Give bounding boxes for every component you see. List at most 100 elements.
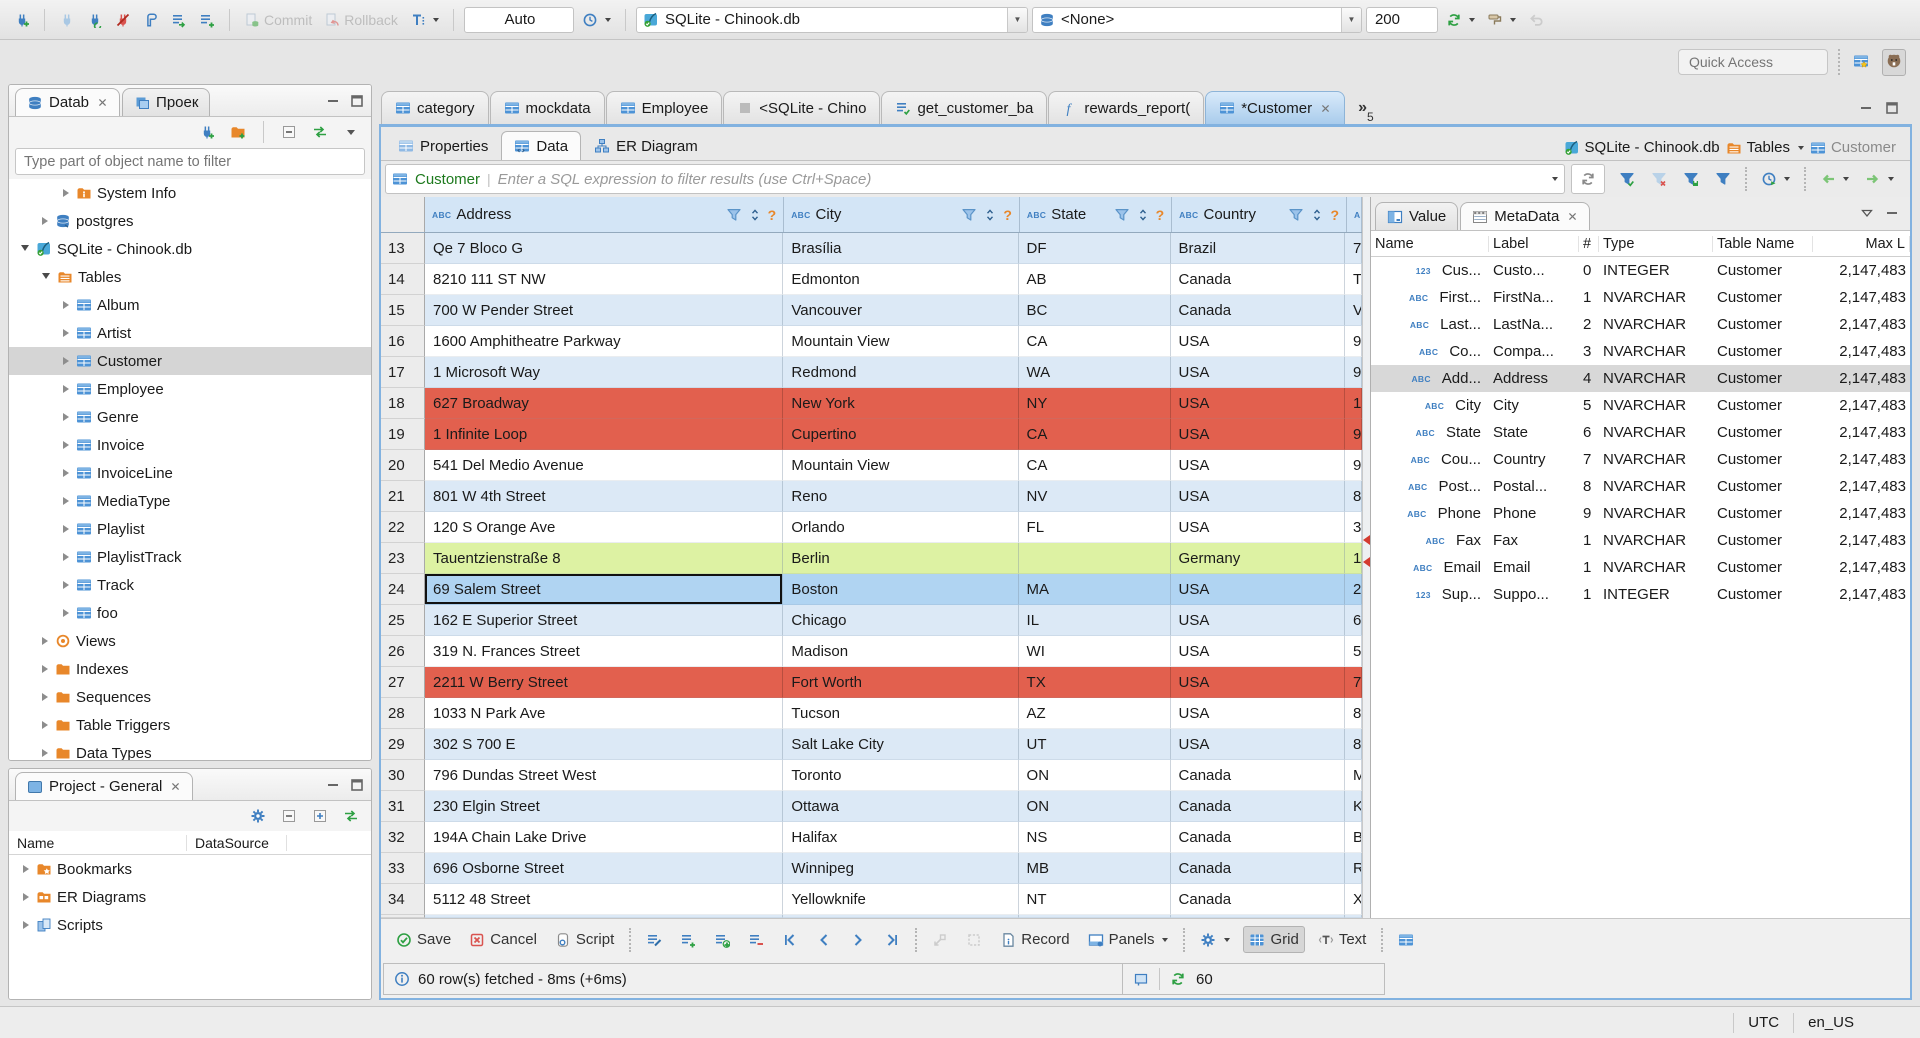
grid-cell[interactable]: AB (1018, 264, 1171, 295)
grid-cell[interactable]: 162 E Superior Street (425, 605, 784, 636)
expand-arrow-icon[interactable] (42, 637, 48, 645)
grid-cell[interactable]: NV (1018, 481, 1171, 512)
tree-item-genre[interactable]: Genre (9, 403, 371, 431)
grid-cell[interactable]: USA (1170, 574, 1345, 605)
grid-cell[interactable]: Edmonton (783, 264, 1019, 295)
collapse-arrow-icon[interactable] (21, 245, 29, 255)
auto-refresh-clock-button[interactable] (1757, 168, 1794, 190)
grid-cell[interactable]: Tauentzienstraße 8 (425, 543, 784, 574)
expand-arrow-icon[interactable] (63, 525, 69, 533)
column-header-city[interactable]: ABC City? (784, 197, 1020, 232)
row-number[interactable]: 14 (381, 264, 425, 295)
column-header-address[interactable]: ABC Address? (425, 197, 785, 232)
grid-cell[interactable]: 801 W 4th Street (425, 481, 784, 512)
minimize-icon[interactable] (325, 777, 341, 793)
nav-next-button[interactable] (845, 928, 871, 952)
back-button[interactable] (1816, 168, 1853, 190)
expand-arrow-icon[interactable] (42, 217, 48, 225)
expand-arrow-icon[interactable] (63, 469, 69, 477)
close-icon[interactable] (97, 97, 108, 108)
grid-cell[interactable]: 2211 W Berry Street (425, 667, 784, 698)
tree-item-employee[interactable]: Employee (9, 375, 371, 403)
editor-tab-mockdata[interactable]: mockdata (489, 91, 605, 124)
tree-item-data-types[interactable]: Data Types (9, 739, 371, 760)
expand-arrow-icon[interactable] (63, 329, 69, 337)
column-header-datasource[interactable]: DataSource (187, 834, 287, 851)
dropdown-button[interactable]: ▼ (1006, 7, 1027, 32)
metadata-column-name[interactable]: Name (1371, 235, 1489, 252)
grid-cell[interactable]: MB (1018, 853, 1171, 884)
grid-cell[interactable]: 627 Broadway (425, 388, 784, 419)
column-header-name[interactable]: Name (9, 834, 187, 851)
collapse-arrow-icon[interactable] (42, 273, 50, 283)
maximize-icon[interactable] (349, 777, 365, 793)
grid-cell[interactable]: FL (1018, 512, 1171, 543)
grid-cell[interactable]: CA (1018, 326, 1171, 357)
grid-cell[interactable]: IL (1018, 605, 1171, 636)
expand-arrow-icon[interactable] (63, 553, 69, 561)
format-paint-button[interactable] (1483, 9, 1520, 31)
grid-cell[interactable]: USA (1170, 450, 1345, 481)
open-sql-script-button[interactable] (167, 9, 191, 31)
grid-cell[interactable]: Toronto (783, 760, 1019, 791)
grid-cell[interactable]: 319 N. Frances Street (425, 636, 784, 667)
row-number[interactable]: 24 (381, 574, 425, 605)
grid-cell[interactable]: USA (1170, 729, 1345, 760)
grid-cell[interactable]: USA (1170, 698, 1345, 729)
link-editor-button[interactable] (308, 121, 332, 143)
forward-button[interactable] (1861, 168, 1898, 190)
grid-cell[interactable]: Ottawa (783, 791, 1019, 822)
tree-item-track[interactable]: Track (9, 571, 371, 599)
grid-cell[interactable]: DF (1018, 233, 1171, 264)
header-funnel-icon[interactable] (726, 207, 742, 223)
grid-cell[interactable]: CA (1018, 450, 1171, 481)
panel-menu-icon[interactable] (1859, 205, 1875, 221)
expand-arrow-icon[interactable] (63, 441, 69, 449)
tree-item-sqlite-chinook-db[interactable]: SQLite - Chinook.db (9, 235, 371, 263)
grid-cell[interactable]: Mountain View (783, 326, 1019, 357)
grid-cell[interactable]: 5112 48 Street (425, 884, 784, 915)
row-number[interactable]: 23 (381, 543, 425, 574)
refgrid-button[interactable] (1393, 928, 1419, 952)
row-number[interactable]: 33 (381, 853, 425, 884)
grid-cell[interactable]: Madison (783, 636, 1019, 667)
metadata-row[interactable]: ABC Co... Compa... 3 NVARCHAR Customer 2,147,4… (1371, 338, 1910, 365)
grid-cell[interactable]: 8210 111 ST NW (425, 264, 784, 295)
grid-cell[interactable]: MA (1018, 574, 1171, 605)
expand-arrow-icon[interactable] (63, 189, 69, 197)
grid-cell[interactable]: Qe 7 Bloco G (425, 233, 784, 264)
new-sql-editor-button[interactable] (195, 9, 219, 31)
header-funnel-icon[interactable] (1288, 207, 1304, 223)
auto-commit-combo[interactable]: Auto (463, 6, 574, 33)
grid-cell[interactable]: 230 Elgin Street (425, 791, 784, 822)
settings-gear-button[interactable] (246, 805, 270, 827)
text-view-button[interactable]: Text (1313, 927, 1372, 952)
grid-cell[interactable]: X1 (1345, 884, 1362, 915)
grid-cell[interactable]: ON (1018, 760, 1171, 791)
nav-first-button[interactable] (777, 928, 803, 952)
grid-cell[interactable]: USA (1170, 667, 1345, 698)
grid-cell[interactable]: Fort Worth (783, 667, 1019, 698)
grid-cell[interactable]: USA (1170, 636, 1345, 667)
tree-item-album[interactable]: Album (9, 291, 371, 319)
refresh-green-icon[interactable] (1170, 971, 1186, 987)
row-number[interactable]: 31 (381, 791, 425, 822)
grid-cell[interactable]: 194A Chain Lake Drive (425, 822, 784, 853)
expand-arrow-icon[interactable] (63, 357, 69, 365)
schema-combo[interactable]: <None> ▼ (1031, 6, 1362, 33)
grid-cell[interactable]: 71 (1345, 233, 1362, 264)
editor-tab-get-customer-ba[interactable]: get_customer_ba (881, 91, 1048, 124)
open-perspective-button[interactable] (1850, 50, 1872, 75)
grid-cell[interactable]: WA (1018, 357, 1171, 388)
tree-item-indexes[interactable]: Indexes (9, 655, 371, 683)
grid-cell[interactable]: 1600 Amphitheatre Parkway (425, 326, 784, 357)
metadata-row[interactable]: ABC Phone Phone 9 NVARCHAR Customer 2,147,483 (1371, 500, 1910, 527)
metadata-row[interactable]: ABC State State 6 NVARCHAR Customer 2,147,483 (1371, 419, 1910, 446)
grid-cell[interactable]: M6 (1345, 760, 1362, 791)
header-funnel-icon[interactable] (961, 207, 977, 223)
grid-cell[interactable]: Canada (1170, 822, 1345, 853)
metadata-row[interactable]: ABC First... FirstNa... 1 NVARCHAR Customer 2,… (1371, 284, 1910, 311)
sort-icon[interactable] (982, 207, 998, 223)
expand-arrow-icon[interactable] (23, 921, 29, 929)
grid-cell[interactable]: Canada (1170, 295, 1345, 326)
